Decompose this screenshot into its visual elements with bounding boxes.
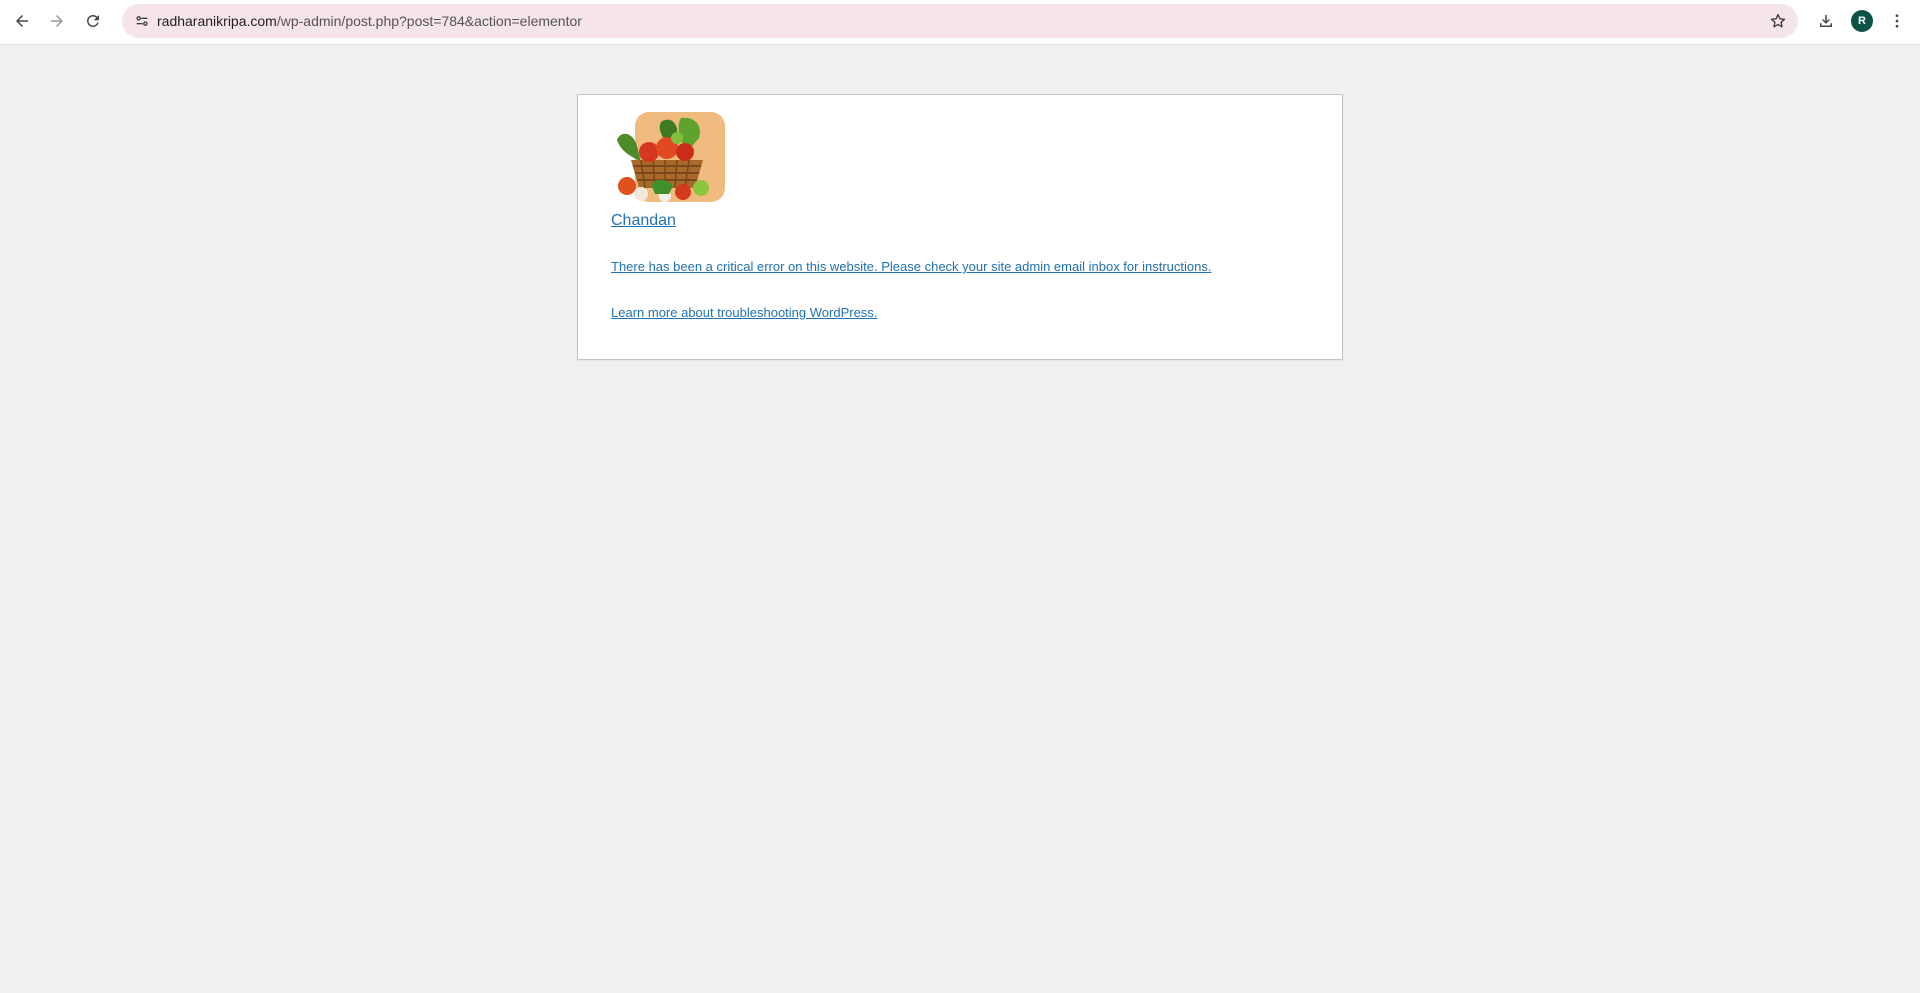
star-icon [1770,13,1786,28]
download-icon [1820,15,1832,27]
back-button[interactable] [7,6,37,36]
browser-menu-button[interactable] [1882,6,1912,36]
forward-arrow-icon [51,15,63,27]
browser-toolbar: radharanikripa.com/wp-admin/post.php?pos… [0,0,1920,45]
kebab-menu-icon [1895,14,1899,28]
url-path: /wp-admin/post.php?post=784&action=eleme… [276,13,582,29]
forward-button[interactable] [42,6,72,36]
site-name-link[interactable]: Chandan [611,212,676,230]
url-host: radharanikripa.com [157,13,277,29]
url-text[interactable]: radharanikripa.com/wp-admin/post.php?pos… [157,4,582,38]
learn-more-link[interactable]: Learn more about troubleshooting WordPre… [611,305,877,320]
address-bar[interactable]: radharanikripa.com/wp-admin/post.php?pos… [122,4,1798,38]
reload-icon [86,14,99,27]
bookmark-button[interactable] [1766,9,1790,33]
reload-button[interactable] [78,6,108,36]
back-arrow-icon [16,15,28,27]
profile-avatar[interactable]: R [1851,10,1873,32]
site-logo[interactable] [611,112,725,202]
site-info-button[interactable] [130,9,154,33]
download-button[interactable] [1811,6,1841,36]
error-card: Chandan There has been a critical error … [577,94,1343,360]
critical-error-message[interactable]: There has been a critical error on this … [611,259,1211,274]
tune-icon [136,16,148,26]
